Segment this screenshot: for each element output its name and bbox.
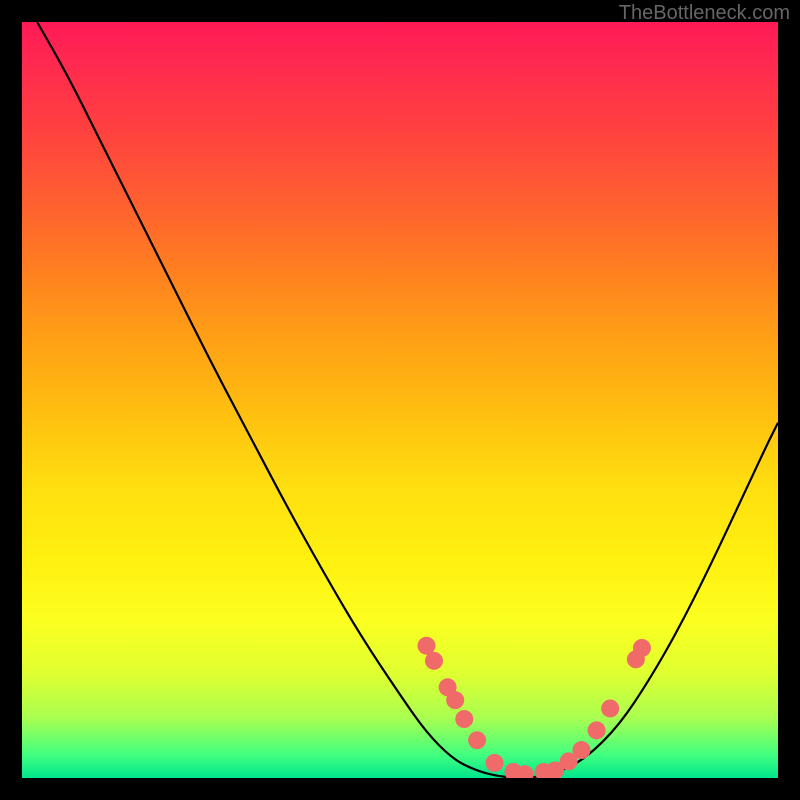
chart-frame: TheBottleneck.com — [0, 0, 800, 800]
curve-marker — [486, 754, 504, 772]
watermark-text: TheBottleneck.com — [619, 2, 790, 25]
plot-area — [22, 22, 778, 778]
curve-marker — [601, 699, 619, 717]
curve-marker — [455, 710, 473, 728]
curve-marker — [588, 721, 606, 739]
curve-marker — [468, 731, 486, 749]
curve-marker — [572, 741, 590, 759]
curve-marker — [633, 639, 651, 657]
bottleneck-curve — [37, 22, 778, 778]
curve-svg — [22, 22, 778, 778]
curve-marker — [425, 652, 443, 670]
curve-marker — [446, 691, 464, 709]
